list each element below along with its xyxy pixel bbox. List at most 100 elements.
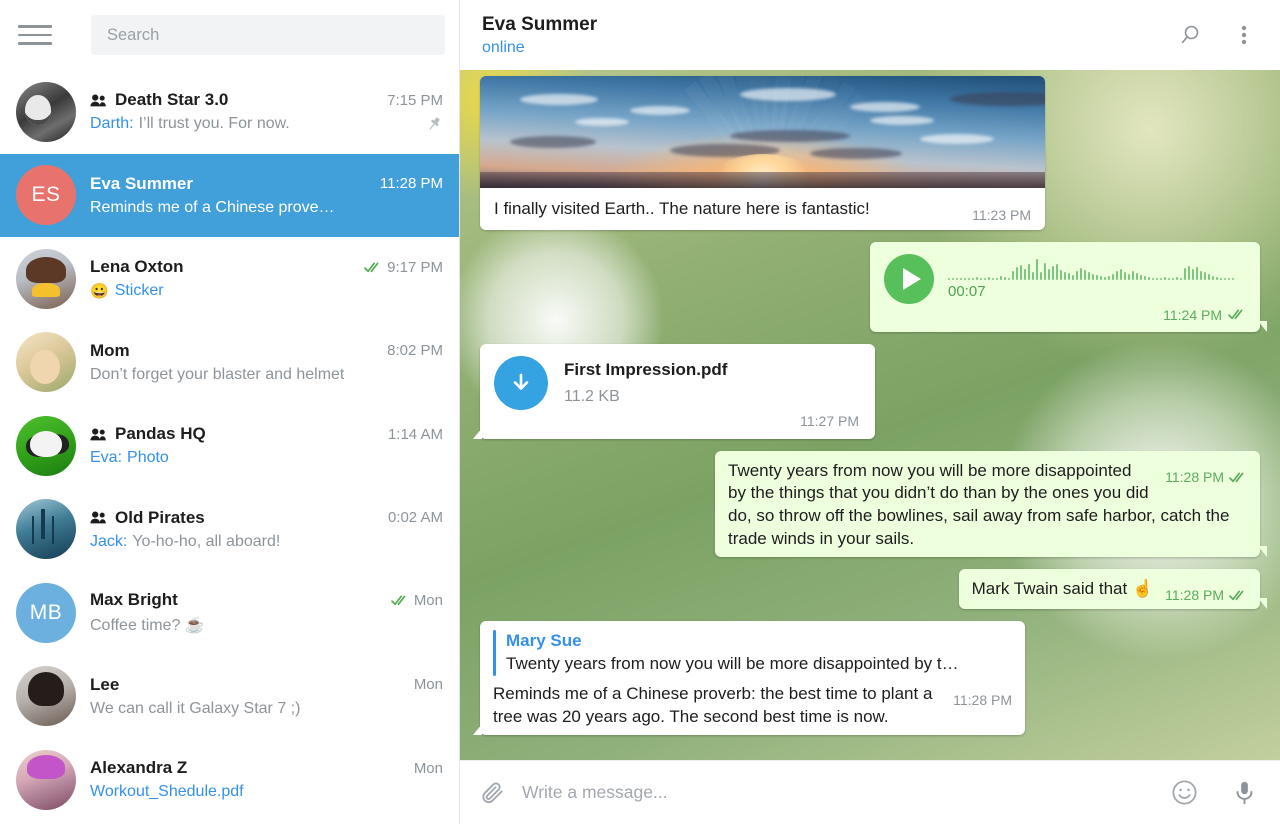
group-icon: [90, 511, 107, 524]
play-icon[interactable]: [884, 254, 934, 304]
message-bubble-msg-document[interactable]: First Impression.pdf 11.2 KB 11:27 PM: [480, 344, 875, 439]
message-bubble-msg-photo[interactable]: 11:23 PM I finally visited Earth.. The na…: [480, 76, 1045, 230]
message-bubble-msg-reply[interactable]: Mary Sue Twenty years from now you will …: [480, 621, 1025, 735]
chat-list-item-preview: Coffee time? ☕: [90, 615, 205, 635]
message-emoji: ☝: [1132, 579, 1153, 598]
chat-header-info[interactable]: Eva Summer online: [482, 14, 597, 57]
message-meta: 11:28 PM: [1165, 586, 1247, 605]
chat-list-item-bottom-line: Don’t forget your blaster and helmet: [90, 366, 443, 384]
chat-list-item-time: 8:02 PM: [379, 342, 443, 359]
chat-list-item-timestamp: Mon: [414, 760, 443, 777]
message-timestamp: 11:28 PM: [1165, 586, 1224, 605]
search-field-wrapper[interactable]: [91, 15, 445, 55]
message-bubble-msg-marktwain[interactable]: 11:28 PM Mark Twain said that ☝: [959, 569, 1260, 609]
message-input[interactable]: [522, 782, 1144, 803]
reply-snippet: Twenty years from now you will be more d…: [506, 653, 959, 676]
message-row: First Impression.pdf 11.2 KB 11:27 PM: [480, 344, 1260, 439]
chat-list-item-time: 11:28 PM: [372, 175, 443, 192]
chat-list-item-timestamp: 9:17 PM: [387, 259, 443, 276]
chat-list-item-title: Max Bright: [90, 590, 178, 610]
smiley-icon[interactable]: [1170, 778, 1199, 807]
more-vertical-icon[interactable]: [1230, 21, 1258, 49]
paperclip-icon[interactable]: [480, 780, 506, 806]
chat-list-item-max-bright[interactable]: MBMax Bright MonCoffee time? ☕: [0, 571, 459, 655]
double-check-icon: [364, 262, 382, 273]
message-meta: 11:24 PM: [884, 306, 1246, 325]
message-timestamp: 11:23 PM: [972, 206, 1031, 225]
avatar[interactable]: [16, 82, 76, 142]
chat-list-item-sender: Jack:: [90, 533, 127, 551]
chat-list-item-top-line: Lee Mon: [90, 675, 443, 695]
chat-header-title: Eva Summer: [482, 14, 597, 36]
pin-icon: [417, 115, 443, 133]
chat-list-item-preview: Reminds me of a Chinese prove…: [90, 199, 335, 217]
document-attachment[interactable]: First Impression.pdf 11.2 KB: [494, 356, 859, 410]
chat-list-item-death-star[interactable]: Death Star 3.07:15 PMDarth:I’ll trust yo…: [0, 70, 459, 154]
chat-list-item-top-line: Old Pirates0:02 AM: [90, 508, 443, 528]
avatar[interactable]: [16, 750, 76, 810]
download-icon[interactable]: [494, 356, 548, 410]
reply-quote[interactable]: Mary Sue Twenty years from now you will …: [493, 630, 1012, 676]
chat-list-item-mom[interactable]: Mom8:02 PMDon’t forget your blaster and …: [0, 321, 459, 405]
chat-list-item-body: Old Pirates0:02 AMJack:Yo-ho-ho, all abo…: [90, 508, 443, 551]
message-list[interactable]: 11:23 PM I finally visited Earth.. The na…: [460, 70, 1280, 760]
avatar[interactable]: [16, 416, 76, 476]
search-icon[interactable]: [1176, 21, 1204, 49]
chat-list-item-preview: Don’t forget your blaster and helmet: [90, 366, 344, 384]
chat-list-item-lee[interactable]: Lee Mon We can call it Galaxy Star 7 ;): [0, 655, 459, 739]
chat-list-item-pandas-hq[interactable]: Pandas HQ1:14 AMEva:Photo: [0, 404, 459, 488]
photo-attachment[interactable]: [480, 76, 1045, 188]
chat-list-item-lena-oxton[interactable]: Lena Oxton 9:17 PM😀Sticker: [0, 237, 459, 321]
message-meta: 11:27 PM: [494, 412, 859, 431]
document-info: First Impression.pdf 11.2 KB: [564, 359, 727, 407]
chat-list-item-preview: We can call it Galaxy Star 7 ;): [90, 700, 300, 718]
preview-emoji: 😀: [90, 282, 109, 300]
chat-list-item-time: 0:02 AM: [380, 509, 443, 526]
chat-list-item-body: Death Star 3.07:15 PMDarth:I’ll trust yo…: [90, 90, 443, 133]
chat-list-item-body: Eva Summer11:28 PMReminds me of a Chines…: [90, 174, 443, 217]
chat-list-item-body: Lee Mon We can call it Galaxy Star 7 ;): [90, 675, 443, 718]
avatar[interactable]: [16, 666, 76, 726]
microphone-icon[interactable]: [1231, 779, 1258, 806]
message-composer: [460, 760, 1280, 824]
message-timestamp: 11:27 PM: [800, 413, 859, 429]
avatar[interactable]: ES: [16, 165, 76, 225]
chat-list[interactable]: Death Star 3.07:15 PMDarth:I’ll trust yo…: [0, 70, 459, 824]
chat-list-item-time: 7:15 PM: [379, 92, 443, 109]
composer-input-wrapper[interactable]: [522, 761, 1144, 824]
chat-list-item-timestamp: 1:14 AM: [388, 426, 443, 443]
voice-waveform[interactable]: [948, 256, 1246, 280]
double-check-icon: [391, 595, 409, 606]
avatar[interactable]: MB: [16, 583, 76, 643]
avatar[interactable]: [16, 499, 76, 559]
chat-list-item-time: Mon: [406, 760, 443, 777]
chat-list-item-title: Lee: [90, 675, 119, 695]
message-meta: 11:23 PM: [972, 206, 1031, 225]
double-check-icon: [1229, 590, 1247, 601]
message-bubble-msg-quote[interactable]: 11:28 PM Twenty years from now you will …: [715, 451, 1260, 557]
message-row: 11:28 PM Twenty years from now you will …: [480, 451, 1260, 557]
avatar[interactable]: [16, 249, 76, 309]
hamburger-menu-icon[interactable]: [18, 17, 54, 53]
avatar[interactable]: [16, 332, 76, 392]
telegram-window: Death Star 3.07:15 PMDarth:I’ll trust yo…: [0, 0, 1280, 824]
chat-list-item-time: 9:17 PM: [356, 259, 443, 276]
chat-list-item-time: 1:14 AM: [380, 426, 443, 443]
message-meta: 11:28 PM: [1165, 468, 1247, 487]
voice-duration: 00:07: [948, 282, 1246, 302]
chat-header: Eva Summer online: [460, 0, 1280, 70]
chat-list-item-title: Alexandra Z: [90, 758, 187, 778]
message-text: I finally visited Earth.. The nature her…: [494, 199, 870, 218]
chat-sidebar: Death Star 3.07:15 PMDarth:I’ll trust yo…: [0, 0, 460, 824]
search-input[interactable]: [107, 26, 429, 45]
chat-list-item-old-pirates[interactable]: Old Pirates0:02 AMJack:Yo-ho-ho, all abo…: [0, 488, 459, 572]
double-check-icon: [1229, 590, 1247, 601]
message-meta: 11:28 PM: [953, 691, 1012, 710]
chat-list-item-alexandra-z[interactable]: Alexandra ZMonWorkout_Shedule.pdf: [0, 738, 459, 822]
chat-list-item-top-line: Pandas HQ1:14 AM: [90, 424, 443, 444]
message-text: Mark Twain said that: [972, 579, 1128, 598]
chat-list-item-time: Mon: [406, 676, 443, 693]
chat-list-item-preview: Photo: [127, 449, 169, 467]
message-bubble-msg-voice[interactable]: 00:07 11:24 PM: [870, 242, 1260, 333]
chat-list-item-eva-summer[interactable]: ES Eva Summer11:28 PMReminds me of a Chin…: [0, 154, 459, 238]
